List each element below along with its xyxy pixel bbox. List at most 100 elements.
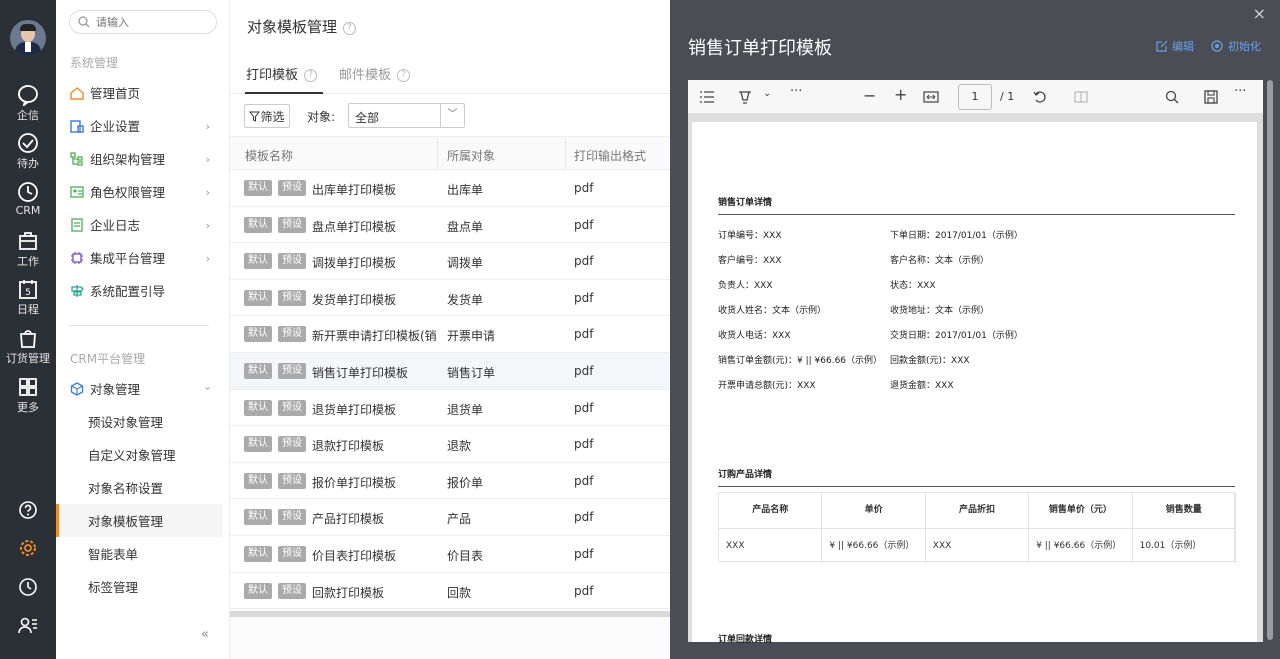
nav-object-mgmt[interactable]: 对象管理 › xyxy=(56,372,222,405)
page-view-icon[interactable] xyxy=(1074,91,1088,103)
default-tag: 默认 xyxy=(244,216,272,233)
rail-item-work[interactable]: 工作 xyxy=(0,230,56,269)
col-format: 打印输出格式 xyxy=(574,149,647,163)
template-name: 价目表打印模板 xyxy=(312,549,397,563)
nav-object-template[interactable]: 对象模板管理 xyxy=(56,504,222,537)
nav-enterprise[interactable]: 企业设置 › xyxy=(56,109,222,142)
chevron-right-icon: › xyxy=(205,219,210,232)
nav-tags[interactable]: 标签管理 xyxy=(56,570,222,603)
table-row[interactable]: 默认 预设 退货单打印模板 退货单 pdf xyxy=(230,390,670,427)
pdf-field-right: 收货地址：文本（示例） xyxy=(890,306,990,316)
template-object: 发货单 xyxy=(447,292,484,307)
rotate-icon[interactable] xyxy=(1033,90,1047,104)
highlight-icon[interactable] xyxy=(738,90,752,104)
template-object: 调拨单 xyxy=(447,256,484,271)
table-row[interactable]: 默认 预设 调拨单打印模板 调拨单 pdf xyxy=(230,243,670,280)
role-icon xyxy=(70,185,84,198)
template-format: pdf xyxy=(574,327,594,342)
help-icon[interactable]: ? xyxy=(304,69,318,82)
template-name: 产品打印模板 xyxy=(312,512,385,527)
pdf-field-left: 订单编号：XXX xyxy=(718,231,782,241)
default-tag: 默认 xyxy=(244,436,272,453)
table-row[interactable]: 默认 预设 退款打印模板 退款 pdf xyxy=(230,426,670,463)
collapse-sidebar-icon[interactable]: « xyxy=(201,627,209,642)
fit-width-icon[interactable] xyxy=(923,91,939,103)
drawer-scrollbar[interactable] xyxy=(1267,80,1273,640)
drawer-title: 销售订单打印模板 xyxy=(688,38,832,59)
briefcase-icon xyxy=(19,232,37,250)
nav-preset-object[interactable]: 预设对象管理 xyxy=(56,405,222,438)
table-row[interactable]: 默认 预设 销售订单打印模板 销售订单 pdf xyxy=(230,353,670,390)
preset-tag: 预设 xyxy=(278,546,306,562)
avatar[interactable] xyxy=(10,20,46,56)
init-button[interactable]: 初始化 xyxy=(1211,38,1261,54)
rail-history[interactable] xyxy=(0,577,56,597)
rail-users[interactable] xyxy=(0,615,56,635)
nav-custom-object[interactable]: 自定义对象管理 xyxy=(56,438,222,471)
tab-active-indicator xyxy=(245,92,323,94)
preset-tag: 预设 xyxy=(278,216,306,233)
template-object: 报价单 xyxy=(447,475,484,490)
preset-tag: 预设 xyxy=(278,253,306,270)
more-icon[interactable]: ··· xyxy=(1234,84,1246,99)
close-icon[interactable]: × xyxy=(1253,4,1266,23)
more-icon[interactable]: ··· xyxy=(790,84,802,99)
pdf-section-order: 销售订单详情 xyxy=(718,198,773,208)
table-row[interactable]: 默认 预设 盘点单打印模板 盘点单 pdf xyxy=(230,207,670,244)
table-row[interactable]: 默认 预设 价目表打印模板 价目表 pdf xyxy=(230,536,670,573)
rail-item-todo[interactable]: 待办 xyxy=(0,132,56,171)
chevron-down-icon[interactable]: ⌄ xyxy=(763,88,771,99)
pdf-viewer[interactable]: 销售订单详情 订单编号：XXX 下单日期：2017/01/01（示例） 客户编号：X… xyxy=(688,114,1263,645)
help-icon[interactable]: ? xyxy=(397,69,411,82)
rail-item-chat[interactable]: 企信 xyxy=(0,84,56,123)
nav-integration[interactable]: 集成平台管理 › xyxy=(56,241,222,274)
object-select[interactable]: 全部 ﹀ xyxy=(348,103,465,128)
page-title-text: 对象模板管理 xyxy=(247,18,338,36)
rail-item-crm[interactable]: CRM xyxy=(0,181,56,217)
page-number-input[interactable]: 1 xyxy=(958,84,992,110)
nav-home[interactable]: 管理首页 xyxy=(56,76,222,109)
rail-help[interactable] xyxy=(0,500,56,520)
tab-print-template[interactable]: 打印模板? xyxy=(246,64,318,83)
log-icon xyxy=(71,217,83,232)
left-rail: 企信 待办 CRM 工作 5 日程 订货管理 更多 xyxy=(0,0,56,659)
zoom-in-icon[interactable]: + xyxy=(894,85,907,104)
preview-drawer: × 销售订单打印模板 编辑 初始化 ⌄ ··· − + 1 / 1 ··· 销售… xyxy=(670,0,1280,659)
nav-log[interactable]: 企业日志 › xyxy=(56,208,222,241)
help-icon[interactable]: ? xyxy=(343,22,357,35)
template-format: pdf xyxy=(574,510,594,525)
search-input[interactable] xyxy=(96,14,206,30)
table-row[interactable]: 默认 预设 报价单打印模板 报价单 pdf xyxy=(230,463,670,500)
nav-label-object-template: 对象模板管理 xyxy=(88,514,164,529)
table-row[interactable]: 默认 预设 发货单打印模板 发货单 pdf xyxy=(230,280,670,317)
edit-button[interactable]: 编辑 xyxy=(1156,38,1194,54)
save-icon[interactable] xyxy=(1204,90,1218,104)
nav-object-name[interactable]: 对象名称设置 xyxy=(56,471,222,504)
table-row[interactable]: 默认 预设 产品打印模板 产品 pdf xyxy=(230,499,670,536)
pdf-section-products: 订购产品详情 xyxy=(718,470,773,480)
preset-tag: 预设 xyxy=(278,363,306,379)
preset-tag: 预设 xyxy=(278,509,306,526)
rail-item-calendar[interactable]: 5 日程 xyxy=(0,278,56,317)
rail-item-order[interactable]: 订货管理 xyxy=(0,327,56,366)
search-icon[interactable] xyxy=(1165,90,1179,104)
rail-item-more[interactable]: 更多 xyxy=(0,376,56,415)
table-row[interactable]: 默认 预设 出库单打印模板 出库单 pdf xyxy=(230,170,670,207)
template-name: 销售订单打印模板 xyxy=(312,366,409,380)
table-row[interactable]: 默认预设新开票申请打印模板(销售订开票申请 pdf xyxy=(230,316,670,353)
nav-guide[interactable]: 系统配置引导 xyxy=(56,274,222,307)
pdf-table-cell: ¥ || ¥66.66（示例） xyxy=(1029,528,1133,563)
nav-role[interactable]: 角色权限管理 › xyxy=(56,175,222,208)
search-box[interactable] xyxy=(69,10,217,34)
outline-icon[interactable] xyxy=(700,91,714,103)
nav-org[interactable]: 组织架构管理 › xyxy=(56,142,222,175)
rail-settings[interactable] xyxy=(0,538,56,558)
filter-button[interactable]: 筛选 xyxy=(244,104,290,128)
chevron-right-icon: › xyxy=(205,186,210,199)
tab-email-template[interactable]: 邮件模板? xyxy=(339,64,411,83)
table-row[interactable]: 默认 预设 回款打印模板 回款 pdf xyxy=(230,573,670,610)
zoom-out-icon[interactable]: − xyxy=(863,86,876,105)
nav-smart-form[interactable]: 智能表单 xyxy=(56,537,222,570)
template-format: pdf xyxy=(574,547,594,561)
pdf-field-left: 销售订单金额(元)：¥ || ¥66.66（示例） xyxy=(718,356,883,366)
